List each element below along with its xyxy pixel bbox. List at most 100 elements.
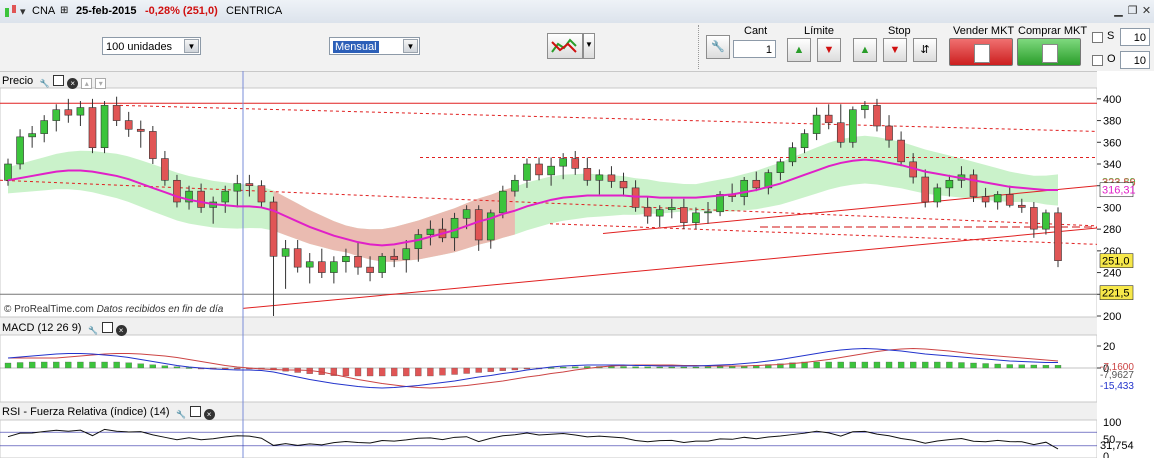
close-icon[interactable]: ✕ bbox=[1140, 5, 1153, 18]
price-tick-label: 380 bbox=[1103, 116, 1121, 128]
candle bbox=[161, 158, 169, 181]
candle bbox=[607, 174, 616, 182]
units-select-value: 100 unidades bbox=[106, 41, 173, 53]
candle bbox=[752, 179, 761, 189]
arrow-up-icon: ▲ bbox=[793, 44, 805, 56]
candle bbox=[655, 209, 664, 217]
macd-histogram-bar bbox=[65, 361, 72, 369]
arrow-up-icon: ▲ bbox=[859, 44, 871, 56]
candle bbox=[897, 139, 905, 163]
chart-area[interactable]: 400380360340320300280260240220200323,893… bbox=[0, 71, 1154, 458]
macd-histogram-bar bbox=[391, 367, 398, 377]
wrench-button[interactable]: 🔧 bbox=[706, 35, 730, 59]
candle bbox=[595, 174, 604, 181]
stop-buy-button[interactable]: ▲ bbox=[853, 38, 877, 62]
macd-histogram-bar bbox=[41, 361, 48, 369]
dropdown-arrow-icon[interactable]: ▾ bbox=[20, 5, 26, 18]
macd-histogram-bar bbox=[680, 366, 688, 369]
candle bbox=[1042, 212, 1050, 230]
wrench-icon[interactable]: 🔧 bbox=[88, 326, 99, 337]
arrow-down-icon: ▼ bbox=[823, 44, 835, 56]
candle bbox=[499, 190, 507, 214]
move-up-icon[interactable]: ▴ bbox=[81, 78, 93, 89]
candle bbox=[1005, 194, 1014, 206]
macd-histogram-bar bbox=[897, 361, 905, 369]
macd-histogram-bar bbox=[1054, 365, 1062, 369]
candle bbox=[28, 133, 36, 138]
order-doc-icon bbox=[1042, 44, 1058, 63]
macd-histogram-bar bbox=[77, 361, 84, 369]
macd-histogram-bar bbox=[28, 361, 36, 369]
chart-style-icon bbox=[551, 38, 577, 53]
candle bbox=[317, 261, 326, 273]
macd-histogram-bar bbox=[849, 361, 856, 369]
window-icon[interactable] bbox=[53, 75, 65, 86]
candle bbox=[305, 261, 314, 268]
close-icon[interactable]: × bbox=[115, 325, 127, 336]
minimize-icon[interactable]: ▁ bbox=[1112, 5, 1125, 18]
macd-histogram-bar bbox=[910, 361, 917, 369]
candle bbox=[933, 187, 942, 203]
price-tick-label: 240 bbox=[1103, 268, 1121, 280]
candle bbox=[64, 109, 73, 116]
price-tick-label: 360 bbox=[1103, 137, 1121, 149]
candle bbox=[221, 190, 230, 203]
candle bbox=[474, 209, 483, 241]
s-input[interactable]: 10 bbox=[1120, 28, 1150, 46]
units-select[interactable]: 100 unidades ▼ bbox=[102, 37, 201, 55]
macd-histogram-bar bbox=[463, 367, 470, 374]
stop-sell-button[interactable]: ▼ bbox=[883, 38, 907, 62]
candle bbox=[402, 248, 411, 260]
chart-style-dropdown[interactable]: ▼ bbox=[583, 33, 595, 59]
macd-histogram-bar bbox=[378, 367, 386, 377]
candle bbox=[366, 266, 374, 273]
candle bbox=[981, 196, 990, 203]
period-select-value: Mensual bbox=[333, 41, 379, 53]
candle bbox=[643, 207, 652, 217]
wrench-icon[interactable]: 🔧 bbox=[39, 79, 50, 90]
wrench-icon[interactable]: 🔧 bbox=[176, 410, 187, 421]
period-select[interactable]: Mensual ▼ bbox=[329, 37, 420, 55]
price-panel-title: Precio bbox=[2, 75, 34, 87]
tag-ma: 316,31 bbox=[1102, 185, 1136, 197]
candle bbox=[631, 187, 640, 208]
candle bbox=[112, 105, 121, 121]
macd-histogram-bar bbox=[511, 367, 519, 371]
candle bbox=[378, 255, 386, 273]
close-icon[interactable]: × bbox=[203, 409, 215, 420]
candle bbox=[704, 211, 712, 214]
o-input[interactable]: 10 bbox=[1120, 51, 1150, 69]
restore-icon[interactable]: ❐ bbox=[1126, 5, 1139, 18]
candle bbox=[667, 207, 676, 210]
limit-sell-button[interactable]: ▼ bbox=[817, 38, 841, 62]
window-icon[interactable] bbox=[101, 322, 113, 333]
tag-low: 221,5 bbox=[1102, 288, 1130, 300]
macd-histogram-bar bbox=[149, 364, 156, 369]
chart-style-button[interactable] bbox=[547, 33, 583, 59]
info-icon[interactable]: ⊞ bbox=[60, 5, 68, 16]
candle bbox=[849, 109, 857, 143]
macd-histogram-bar bbox=[366, 367, 374, 377]
candle bbox=[88, 107, 97, 149]
window-icon[interactable] bbox=[189, 406, 201, 417]
close-icon[interactable]: × bbox=[67, 78, 79, 89]
candle bbox=[969, 174, 978, 197]
stop-trailing-button[interactable]: ⇵ bbox=[913, 38, 937, 62]
sell-mkt-button[interactable] bbox=[949, 38, 1013, 66]
s-checkbox[interactable] bbox=[1092, 32, 1103, 43]
candle bbox=[619, 181, 628, 189]
macd-histogram-bar bbox=[89, 361, 96, 369]
candle bbox=[52, 109, 61, 121]
buy-mkt-button[interactable] bbox=[1017, 38, 1081, 66]
move-down-icon[interactable]: ▾ bbox=[95, 78, 107, 89]
macd-histogram-bar bbox=[1018, 364, 1025, 369]
macd-histogram-bar bbox=[692, 366, 700, 369]
quantity-input[interactable]: 1 bbox=[733, 40, 776, 58]
macd-histogram-bar bbox=[427, 367, 434, 377]
limit-buy-button[interactable]: ▲ bbox=[787, 38, 811, 62]
candle bbox=[354, 255, 362, 268]
candle bbox=[450, 217, 459, 239]
o-checkbox[interactable] bbox=[1092, 55, 1103, 66]
candle bbox=[885, 125, 893, 141]
candle bbox=[40, 120, 49, 134]
